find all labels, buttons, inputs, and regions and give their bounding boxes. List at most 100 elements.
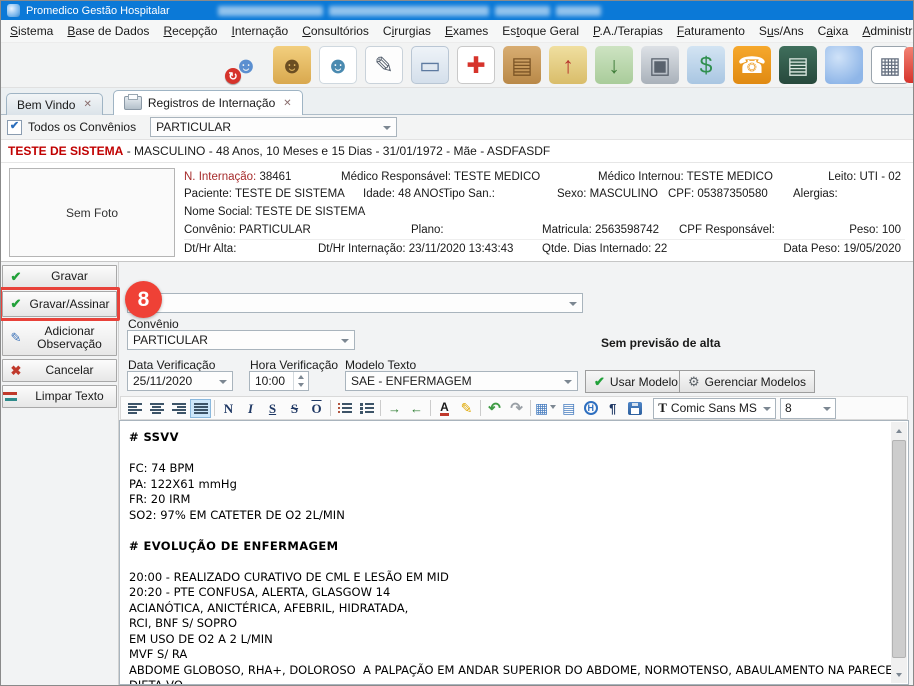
align-left-button[interactable] [124,399,145,418]
action-sidebar: ✔Gravar ✔Gravar/Assinar ✎Adicionar Observa… [1,262,119,685]
save-template-button[interactable] [624,399,645,418]
italic-button[interactable]: I [240,399,261,418]
strikethrough-button[interactable]: S [284,399,305,418]
cancelar-button[interactable]: ✖Cancelar [2,359,117,382]
outdent-button[interactable]: ← [406,399,427,418]
align-right-button[interactable] [168,399,189,418]
font-color-button[interactable]: A [434,399,455,418]
menu-item-cirurgias[interactable]: Cirurgias [376,21,438,41]
safe-icon[interactable]: ▣ [641,46,679,84]
convenio-filter-value: PARTICULAR [156,120,231,134]
doctor-icon[interactable]: ☻ [319,46,357,84]
menu-item-sistema[interactable]: Sistema [3,21,60,41]
info-label: Nome Social: [184,206,255,218]
revenue-up-icon[interactable]: ↑ [549,46,587,84]
toolbar-group: ▦▤H¶ [534,399,645,418]
update-patient-icon[interactable]: ☻↻ [227,46,265,84]
limpar-texto-button[interactable]: Limpar Texto [2,385,117,408]
chat-bubble-icon[interactable] [825,46,863,84]
editor-line: EM USO DE O2 A 2 L/MIN [129,632,885,648]
menu-item-exames[interactable]: Exames [438,21,495,41]
scroll-up-icon[interactable] [891,422,907,438]
insert-table-button[interactable]: ▦ [534,399,557,418]
pilcrow-button[interactable]: ¶ [602,399,623,418]
todos-convenios-checkbox[interactable]: ✔ [7,120,22,135]
tab-registros-de-internacao[interactable]: Registros de Internação✕ [113,90,303,115]
underline-button[interactable]: S [262,399,283,418]
overline-button[interactable]: O [306,399,327,418]
usar-modelo-button[interactable]: ✔ Usar Modelo [585,370,687,393]
menu-item-faturamento[interactable]: Faturamento [670,21,752,41]
editor-scrollbar[interactable] [891,422,907,683]
text-editor[interactable]: # SSVV FC: 74 BPMPA: 122X61 mmHgFR: 20 I… [119,420,909,685]
accel-key: i [392,24,395,38]
font-family-combo[interactable]: T Comic Sans MS [653,398,776,419]
stock-box-icon[interactable]: ▤ [503,46,541,84]
info-label: Matricula: [542,224,595,236]
hospital-bed-icon[interactable]: ▭ [411,46,449,84]
scroll-down-icon[interactable] [891,667,907,683]
menu-item-internacao[interactable]: Internação [224,21,295,41]
toolbar-separator [530,400,531,416]
gravar-assinar-button[interactable]: ✔Gravar/Assinar [2,291,117,317]
registro-combo[interactable] [127,293,583,313]
tab-bar: Bem Vindo✕ Registros de Internação✕ [1,88,913,115]
bold-button[interactable]: N [218,399,239,418]
app-icon [7,4,20,17]
gravar-button[interactable]: ✔Gravar [2,265,117,288]
info-value: TESTE DE SISTEMA [255,206,365,218]
header-button[interactable]: H [580,399,601,418]
menu-item-administracao[interactable]: Administração [855,21,914,41]
editor-content[interactable]: # SSVV FC: 74 BPMPA: 122X61 mmHgFR: 20 I… [120,421,891,684]
billing-computer-icon[interactable]: $ [687,46,725,84]
redo-button[interactable]: ↷ [506,399,527,418]
medical-record-icon[interactable]: ✎ [365,46,403,84]
menu-item-caixa[interactable]: Caixa [811,21,856,41]
tab-close-icon[interactable]: ✕ [83,99,91,110]
undo-button[interactable]: ↶ [484,399,505,418]
stepper-down-icon[interactable] [294,381,308,390]
info-value: TESTE MEDICO [687,171,773,183]
button-label: Limpar Texto [29,390,116,403]
ordered-list-button[interactable] [334,399,355,418]
info-field-dt-hr-alta: Dt/Hr Alta: [184,243,318,255]
patient-info-row: Paciente: TESTE DE SISTEMAIdade: 48 ANOS… [184,186,905,203]
phone-book-icon[interactable]: ☎ [733,46,771,84]
convenio-combo[interactable]: PARTICULAR [127,330,355,350]
expense-down-icon[interactable]: ↓ [595,46,633,84]
patient-info-panel: Sem Foto N. Internação: 38461Médico Resp… [1,163,913,262]
ledger-book-icon[interactable]: ▤ [779,46,817,84]
modelo-texto-combo[interactable]: SAE - ENFERMAGEM [345,371,578,391]
hora-verificacao-stepper[interactable]: 10:00 [249,371,309,391]
gerenciar-modelos-button[interactable]: ⚙ Gerenciar Modelos [679,370,815,393]
cut-off-icon[interactable] [904,47,913,83]
convenio-filter-combo[interactable]: PARTICULAR [150,117,397,137]
ambulance-icon[interactable]: ✚ [457,46,495,84]
scrollbar-thumb[interactable] [892,440,906,658]
adicionar-observacao-button[interactable]: ✎Adicionar Observação [2,320,117,356]
redacted-text [218,6,323,16]
indent-button[interactable]: → [384,399,405,418]
toolbar-group [334,399,377,418]
tab-bem-vindo[interactable]: Bem Vindo✕ [6,93,103,115]
highlight-button[interactable]: ✎ [456,399,477,418]
bullet-list-button[interactable] [356,399,377,418]
menu-item-consultorios[interactable]: Consultórios [295,21,376,41]
data-verificacao-combo[interactable]: 25/11/2020 [127,371,233,391]
align-center-button[interactable] [146,399,167,418]
stepper-up-icon[interactable] [294,372,308,381]
patients-folder-icon[interactable]: ☻ [273,46,311,84]
menu-item-p-a-terapias[interactable]: P.A./Terapias [586,21,670,41]
menu-item-sus-ans[interactable]: Sus/Ans [752,21,811,41]
info-label: Dt/Hr Internação: [318,243,409,255]
tab-close-icon[interactable]: ✕ [283,98,291,109]
toolbar-separator [480,400,481,416]
info-label: Peso: [849,224,882,236]
paragraph-settings-button[interactable]: ▤ [558,399,579,418]
align-justify-button[interactable] [190,399,211,418]
menu-item-estoque-geral[interactable]: Estoque Geral [495,21,586,41]
menu-item-recepcao[interactable]: Recepção [156,21,224,41]
menu-item-base-de-dados[interactable]: Base de Dados [60,21,156,41]
font-size-combo[interactable]: 8 [780,398,836,419]
info-label: Leito: [828,171,859,183]
